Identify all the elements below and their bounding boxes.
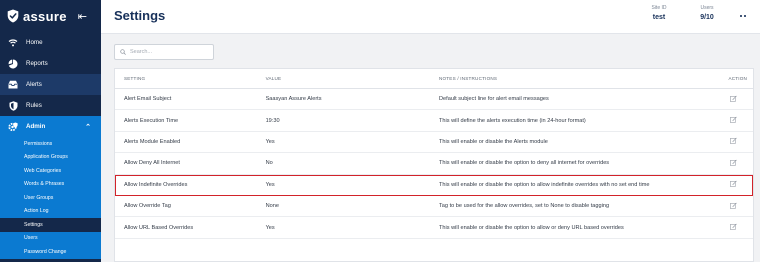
users-stat: Users 9/10 [695,5,719,21]
edit-icon [729,223,737,232]
setting-value: No [265,160,273,167]
search-input[interactable] [130,49,210,55]
table-row[interactable]: Alerts Execution Time 19:30 This will defi… [115,110,753,132]
edit-button[interactable] [715,202,753,211]
setting-value: Saasyan Assure Alerts [265,96,322,103]
setting-value: None [265,203,279,210]
setting-value: 19:30 [265,117,280,124]
column-header-notes: NOTES / INSTRUCTIONS [439,76,498,81]
sidebar-item-label: Home [26,39,43,46]
site-id-label: Site ID [651,5,667,11]
chevron-up-icon: ⌃ [85,123,91,131]
page-title: Settings [114,8,166,23]
setting-notes: This will enable or disable the Alerts m… [439,138,548,145]
main-content: Settings Site ID test Users 9/10 SETTING… [101,0,760,262]
admin-submenu: Permissions Application Groups Web Categ… [0,137,101,259]
edit-icon [729,202,737,211]
submenu-item-web-categories[interactable]: Web Categories [0,164,101,178]
brand: assure ⇤ [0,0,101,32]
table-row[interactable]: Alerts Module Enabled Yes This will enable… [115,132,753,154]
submenu-item-application-groups[interactable]: Application Groups [0,151,101,165]
site-id-value: test [652,14,666,21]
table-row[interactable]: Allow Indefinite Overrides Yes This will e… [115,174,753,196]
setting-name: Alerts Execution Time [124,117,179,124]
setting-notes: This will define the alerts execution ti… [439,117,586,124]
edit-button[interactable] [715,116,753,125]
submenu-item-words-phrases[interactable]: Words & Phrases [0,178,101,192]
sidebar-item-label: Admin [26,123,46,130]
setting-name: Allow URL Based Overrides [124,224,194,231]
sidebar-item-home[interactable]: Home [0,32,101,53]
table-row[interactable]: Allow Override Tag None Tag to be used for… [115,196,753,218]
users-label: Users [700,5,714,11]
users-value: 9/10 [700,14,714,21]
setting-name: Alert Email Subject [124,96,172,103]
edit-button[interactable] [715,95,753,104]
submenu-item-user-groups[interactable]: User Groups [0,191,101,205]
edit-icon [729,180,737,189]
top-bar: Settings Site ID test Users 9/10 [101,0,760,34]
sidebar-item-label: Reports [26,60,48,67]
setting-notes: This will enable or disable the option t… [439,224,624,231]
brand-name: assure [23,8,67,24]
submenu-item-action-log[interactable]: Action Log [0,205,101,219]
sidebar-item-label: Rules [26,102,42,109]
sidebar-item-rules[interactable]: Rules [0,95,101,116]
setting-name: Allow Indefinite Overrides [124,181,188,188]
sidebar-item-reports[interactable]: Reports [0,53,101,74]
avatar[interactable] [738,11,748,21]
gear-shield-icon [8,122,18,132]
setting-value: Yes [265,181,275,188]
sidebar: assure ⇤ Home Reports Alerts Rules Admin… [0,0,101,262]
inbox-icon [8,80,18,90]
setting-value: Yes [265,138,275,145]
column-header-setting: SETTING [124,76,146,81]
table-row[interactable]: Allow Deny All Internet No This will enabl… [115,153,753,175]
edit-button[interactable] [715,223,753,232]
setting-notes: Default subject line for alert email mes… [439,96,549,103]
pie-chart-icon [8,58,18,69]
sidebar-item-label: Alerts [26,81,42,88]
setting-notes: Tag to be used for the allow overrides, … [439,203,610,210]
table-row[interactable]: Alert Email Subject Saasyan Assure Alerts… [115,89,753,111]
column-header-value: VALUE [265,76,282,81]
sidebar-item-alerts[interactable]: Alerts [0,74,101,95]
edit-icon [729,159,737,168]
edit-button[interactable] [715,159,753,168]
search-icon [120,49,126,55]
setting-name: Allow Deny All Internet [124,160,180,167]
edit-button[interactable] [715,180,753,189]
table-header: SETTING VALUE NOTES / INSTRUCTIONS ACTIO… [115,69,753,89]
settings-table: SETTING VALUE NOTES / INSTRUCTIONS ACTIO… [114,68,754,262]
setting-notes: This will enable or disable the option t… [439,160,610,167]
site-id-stat: Site ID test [644,5,674,21]
setting-name: Allow Override Tag [124,203,171,210]
wifi-icon [8,38,18,48]
shield-icon [8,100,18,111]
table-row[interactable]: Allow URL Based Overrides Yes This will en… [115,217,753,239]
submenu-item-permissions[interactable]: Permissions [0,137,101,151]
column-header-action: ACTION [728,76,747,81]
setting-name: Alerts Module Enabled [124,138,181,145]
edit-icon [729,138,737,146]
submenu-item-settings[interactable]: Settings [0,218,101,232]
setting-notes: This will enable or disable the option t… [439,181,650,188]
setting-value: Yes [265,224,275,231]
submenu-item-password-change[interactable]: Password Change [0,245,101,259]
sidebar-item-admin[interactable]: Admin ⌃ [0,116,101,137]
shield-check-icon [7,9,19,23]
table-body: Alert Email Subject Saasyan Assure Alerts… [115,89,753,239]
search-box[interactable] [114,44,214,60]
edit-button[interactable] [715,137,753,146]
collapse-arrow-icon[interactable]: ⇤ [78,10,87,23]
edit-icon [729,95,737,104]
edit-icon [729,116,737,125]
submenu-item-users[interactable]: Users [0,232,101,246]
